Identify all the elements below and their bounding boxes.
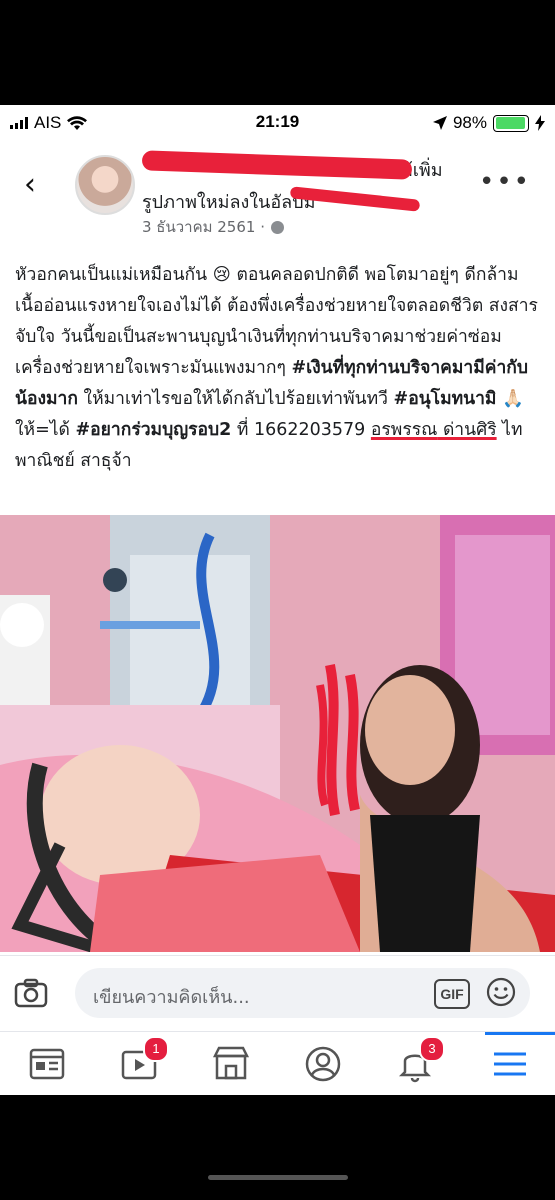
tab-menu-icon[interactable] [488, 1042, 532, 1086]
emoji-icon[interactable] [486, 977, 516, 1007]
account-surname: ด่านศิริ [437, 420, 497, 440]
post-text-p2: ให้มาเท่าไรขอให้ได้กลับไปร้อยเท่าพันทวี [77, 389, 394, 409]
hashtag-round2[interactable]: #อยากร่วมบุญรอบ2 [75, 420, 231, 440]
tab-watch[interactable]: 1 [117, 1036, 169, 1086]
battery-icon [493, 114, 529, 132]
status-right: 98% [432, 113, 545, 133]
comment-placeholder: เขียนความคิดเห็น... [93, 987, 250, 1008]
gif-button[interactable]: GIF [434, 979, 470, 1009]
tab-news-feed-icon[interactable] [25, 1042, 69, 1086]
notifications-badge: 3 [419, 1036, 445, 1062]
post-photo[interactable] [0, 515, 555, 952]
tab-marketplace-icon[interactable] [209, 1042, 253, 1086]
comment-input[interactable]: เขียนความคิดเห็น... GIF [75, 968, 530, 1018]
app-screen: AIS 21:19 98% ‹ ได้เพิ่ม รูปภาพใหม่ลงในอ… [0, 105, 555, 1095]
hashtag-anumothana[interactable]: #อนุโมทนามิ [394, 389, 497, 409]
camera-icon[interactable] [14, 976, 48, 1010]
back-chevron-icon[interactable]: ‹ [24, 167, 36, 202]
active-tab-indicator [485, 1032, 555, 1035]
post-date: 3 ธันวาคม 2561 · [142, 215, 284, 239]
post-date-text: 3 ธันวาคม 2561 · [142, 218, 265, 236]
bottom-tab-bar: 1 3 [0, 1031, 555, 1095]
post-text-p4: ที่ 1662203579 [231, 420, 371, 440]
post-text: หัวอกคนเป็นแม่เหมือนกัน 😢 ตอนคลอดปกติดี … [15, 260, 540, 477]
account-name: อรพรรณ [370, 420, 438, 440]
tab-profile-icon[interactable] [301, 1042, 345, 1086]
status-bar: AIS 21:19 98% [0, 105, 555, 141]
more-options-icon[interactable]: ••• [479, 167, 531, 197]
post-header: ‹ ได้เพิ่ม รูปภาพใหม่ลงในอัลบั้ม 3 ธันวา… [0, 145, 555, 245]
comment-bar: เขียนความคิดเห็น... GIF [0, 955, 555, 1031]
charging-icon [535, 115, 545, 131]
battery-label: 98% [452, 113, 487, 132]
location-icon [432, 116, 447, 130]
tab-notifications[interactable]: 3 [393, 1036, 445, 1086]
home-indicator [207, 1175, 348, 1180]
avatar[interactable] [75, 155, 135, 215]
photo-illustration [0, 515, 555, 952]
globe-icon [270, 220, 284, 234]
watch-badge: 1 [143, 1036, 169, 1062]
